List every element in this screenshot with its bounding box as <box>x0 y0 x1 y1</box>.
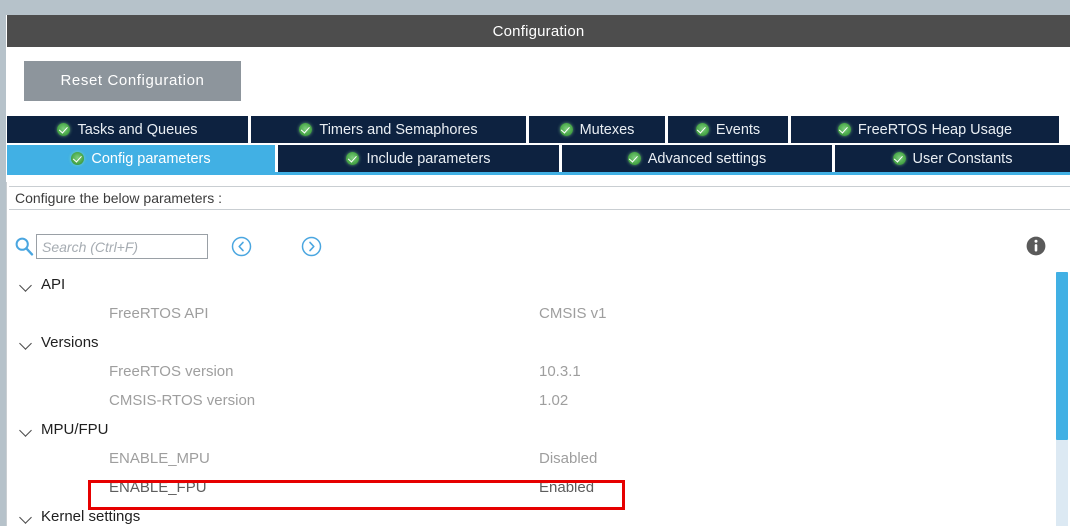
reset-configuration-button[interactable]: Reset Configuration <box>24 61 241 101</box>
configuration-window: Configuration Reset Configuration Tasks … <box>0 0 1070 526</box>
parameter-name: CMSIS-RTOS version <box>109 392 256 409</box>
parameter-row[interactable]: FreeRTOS API CMSIS v1 <box>9 299 1055 328</box>
tab-freertos-heap-usage[interactable]: FreeRTOS Heap Usage <box>791 116 1059 143</box>
green-check-icon <box>627 152 641 165</box>
tab-mutexes[interactable]: Mutexes <box>529 116 665 143</box>
parameter-value: CMSIS v1 <box>539 305 607 322</box>
chevron-down-icon[interactable] <box>19 510 33 524</box>
parameter-value: 10.3.1 <box>539 363 581 380</box>
parameter-tree: API FreeRTOS API CMSIS v1 Versions FreeRTOS … <box>9 270 1055 526</box>
tab-underline <box>7 172 1070 175</box>
green-check-icon <box>346 152 360 165</box>
parameter-name: FreeRTOS API <box>109 305 209 322</box>
tab-tasks-and-queues[interactable]: Tasks and Queues <box>7 116 248 143</box>
tab-label: Events <box>715 121 761 138</box>
tree-group-label: Kernel settings <box>41 508 141 525</box>
tab-label: Config parameters <box>91 150 211 167</box>
parameter-value: Disabled <box>539 450 598 467</box>
parameter-name: ENABLE_MPU <box>109 450 210 467</box>
chevron-right-circle-icon[interactable] <box>301 236 322 257</box>
parameter-value: 1.02 <box>539 392 569 409</box>
tab-advanced-settings[interactable]: Advanced settings <box>562 145 832 172</box>
parameter-row[interactable]: FreeRTOS version 10.3.1 <box>9 357 1055 386</box>
tab-row-secondary: Config parameters Include parameters Advan… <box>7 145 1070 172</box>
search-input[interactable] <box>36 234 208 259</box>
green-check-icon <box>299 123 313 136</box>
window-chrome-top <box>0 0 1070 15</box>
tab-config-parameters[interactable]: Config parameters <box>7 145 275 172</box>
tab-label: Mutexes <box>579 121 635 138</box>
tree-group-versions[interactable]: Versions <box>9 328 1055 357</box>
toolbar: Reset Configuration <box>7 47 1070 115</box>
tab-row-primary: Tasks and Queues Timers and Semaphores Mut… <box>7 116 1070 143</box>
parameter-row[interactable]: ENABLE_FPU Enabled <box>9 473 1055 502</box>
tab-label: Include parameters <box>366 150 491 167</box>
green-check-icon <box>57 123 71 136</box>
parameter-value: Enabled <box>539 479 595 496</box>
parameter-name: FreeRTOS version <box>109 363 234 380</box>
subheader-bar: Configure the below parameters : <box>9 186 1070 210</box>
chevron-left-circle-icon[interactable] <box>231 236 252 257</box>
tree-group-kernel-settings[interactable]: Kernel settings <box>9 502 1055 526</box>
tree-group-label: Versions <box>41 334 99 351</box>
search-row <box>9 232 1070 264</box>
parameter-row[interactable]: ENABLE_MPU Disabled <box>9 444 1055 473</box>
tree-group-label: MPU/FPU <box>41 421 109 438</box>
tab-label: Advanced settings <box>647 150 767 167</box>
tab-label: Tasks and Queues <box>77 121 198 138</box>
tab-user-constants[interactable]: User Constants <box>835 145 1070 172</box>
tree-group-label: API <box>41 276 66 293</box>
tree-group-api[interactable]: API <box>9 270 1055 299</box>
tab-timers-and-semaphores[interactable]: Timers and Semaphores <box>251 116 526 143</box>
chevron-down-icon[interactable] <box>19 423 33 437</box>
search-icon <box>14 236 34 256</box>
subheader-text: Configure the below parameters : <box>15 190 222 206</box>
green-check-icon <box>837 123 851 136</box>
vertical-scrollbar-thumb[interactable] <box>1056 272 1068 440</box>
window-title-bar: Configuration <box>7 15 1070 47</box>
chevron-down-icon[interactable] <box>19 336 33 350</box>
tab-include-parameters[interactable]: Include parameters <box>278 145 559 172</box>
parameter-row[interactable]: CMSIS-RTOS version 1.02 <box>9 386 1055 415</box>
green-check-icon <box>892 152 906 165</box>
tree-group-mpu-fpu[interactable]: MPU/FPU <box>9 415 1055 444</box>
tab-events[interactable]: Events <box>668 116 788 143</box>
tab-label: User Constants <box>912 150 1013 167</box>
tab-label: Timers and Semaphores <box>319 121 478 138</box>
parameter-name: ENABLE_FPU <box>109 479 207 496</box>
green-check-icon <box>695 123 709 136</box>
chevron-down-icon[interactable] <box>19 278 33 292</box>
green-check-icon <box>71 152 85 165</box>
info-icon[interactable] <box>1026 236 1046 256</box>
page-title: Configuration <box>492 22 585 40</box>
tab-label: FreeRTOS Heap Usage <box>857 121 1013 138</box>
green-check-icon <box>559 123 573 136</box>
